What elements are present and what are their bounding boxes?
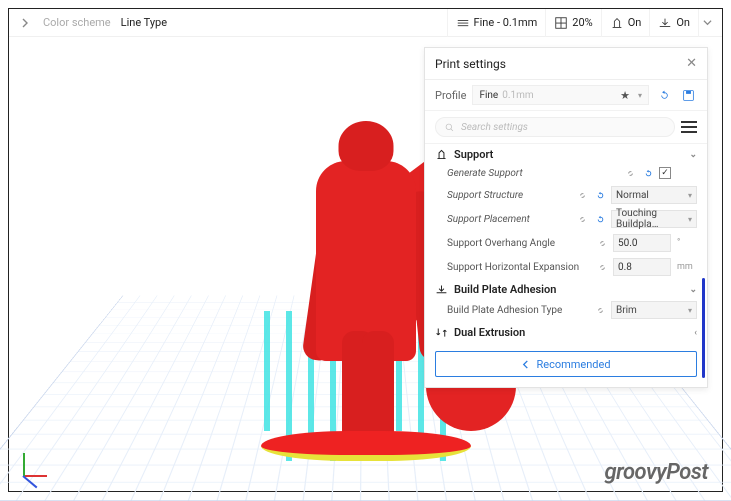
close-panel-button[interactable]: ✕ (686, 56, 697, 71)
section-support[interactable]: Support ⌄ (425, 144, 707, 163)
profile-dim: 0.1mm (502, 90, 533, 101)
watermark: groovyPost (604, 460, 708, 485)
horizontal-expansion-label: Support Horizontal Expansion (447, 262, 591, 273)
quality-label: Fine - 0.1mm (474, 16, 538, 29)
dual-extrusion-icon (435, 326, 448, 339)
link-icon[interactable] (623, 166, 637, 180)
support-structure-label: Support Structure (447, 190, 571, 201)
overhang-angle-input[interactable]: 50.0 (613, 234, 671, 252)
infill-icon (554, 16, 568, 30)
recommended-label: Recommended (536, 358, 610, 371)
profile-value: Fine (479, 90, 498, 101)
section-adhesion-title: Build Plate Adhesion (454, 283, 556, 296)
support-placement-select[interactable]: Touching Buildpla…▾ (611, 210, 697, 228)
recommended-button[interactable]: Recommended (435, 351, 697, 377)
top-toolbar: Color scheme Line Type Fine - 0.1mm 20% … (9, 9, 722, 37)
support-placement-label: Support Placement (447, 214, 571, 225)
search-icon (444, 122, 455, 133)
support-icon (610, 16, 624, 30)
support-summary[interactable]: On (601, 9, 650, 37)
section-adhesion[interactable]: Build Plate Adhesion ⌄ (425, 279, 707, 298)
section-support-title: Support (454, 148, 493, 161)
reset-icon[interactable] (593, 188, 607, 202)
horizontal-expansion-input[interactable]: 0.8 (613, 258, 671, 276)
color-scheme-value[interactable]: Line Type (121, 16, 167, 29)
chevron-down-icon: ⌄ (689, 285, 697, 295)
chevron-down-icon: ⌄ (689, 150, 697, 160)
infill-summary[interactable]: 20% (545, 9, 600, 37)
adhesion-section-icon (435, 283, 448, 296)
reset-icon[interactable] (593, 212, 607, 226)
support-structure-select[interactable]: Normal▾ (611, 186, 697, 204)
support-section-icon (435, 148, 448, 161)
link-icon[interactable] (575, 188, 589, 202)
axis-indicator (17, 449, 51, 483)
support-label: On (628, 16, 642, 29)
profile-select[interactable]: Fine 0.1mm ★ ▾ (472, 85, 649, 105)
adhesion-summary[interactable]: On (649, 9, 698, 37)
save-profile-button[interactable] (679, 86, 697, 104)
link-icon[interactable] (575, 212, 589, 226)
infill-label: 20% (572, 16, 592, 29)
reset-icon[interactable] (641, 166, 655, 180)
link-icon[interactable] (593, 303, 607, 317)
adhesion-label: On (676, 16, 690, 29)
chevron-left-icon (521, 360, 530, 369)
adhesion-icon (658, 16, 672, 30)
chevron-left-icon: ‹ (694, 328, 697, 338)
adhesion-type-select[interactable]: Brim▾ (611, 301, 697, 319)
section-dual-title: Dual Extrusion (454, 326, 525, 339)
quality-summary[interactable]: Fine - 0.1mm (447, 9, 546, 37)
search-input[interactable]: Search settings (435, 117, 675, 137)
panel-title: Print settings (435, 57, 506, 71)
overhang-angle-label: Support Overhang Angle (447, 238, 591, 249)
hexpand-unit: mm (675, 262, 697, 272)
generate-support-checkbox[interactable]: ✓ (659, 167, 671, 179)
link-icon[interactable] (595, 236, 609, 250)
color-scheme-label: Color scheme (43, 16, 111, 29)
reset-profile-button[interactable] (655, 86, 673, 104)
settings-dropdown-button[interactable] (698, 9, 716, 37)
generate-support-label: Generate Support (447, 168, 619, 179)
search-placeholder: Search settings (461, 122, 528, 133)
profile-label: Profile (435, 89, 466, 102)
print-settings-panel: Print settings ✕ Profile Fine 0.1mm ★ ▾ … (424, 47, 708, 388)
star-icon: ★ (620, 89, 630, 102)
section-dual-extrusion[interactable]: Dual Extrusion ‹ (425, 322, 707, 341)
adhesion-type-label: Build Plate Adhesion Type (447, 305, 589, 316)
settings-menu-button[interactable] (681, 121, 697, 133)
scrollbar-thumb[interactable] (702, 278, 705, 378)
overhang-unit: ° (675, 238, 697, 248)
layers-icon (456, 16, 470, 30)
link-icon[interactable] (595, 260, 609, 274)
toggle-sidebar-button[interactable] (17, 15, 33, 31)
